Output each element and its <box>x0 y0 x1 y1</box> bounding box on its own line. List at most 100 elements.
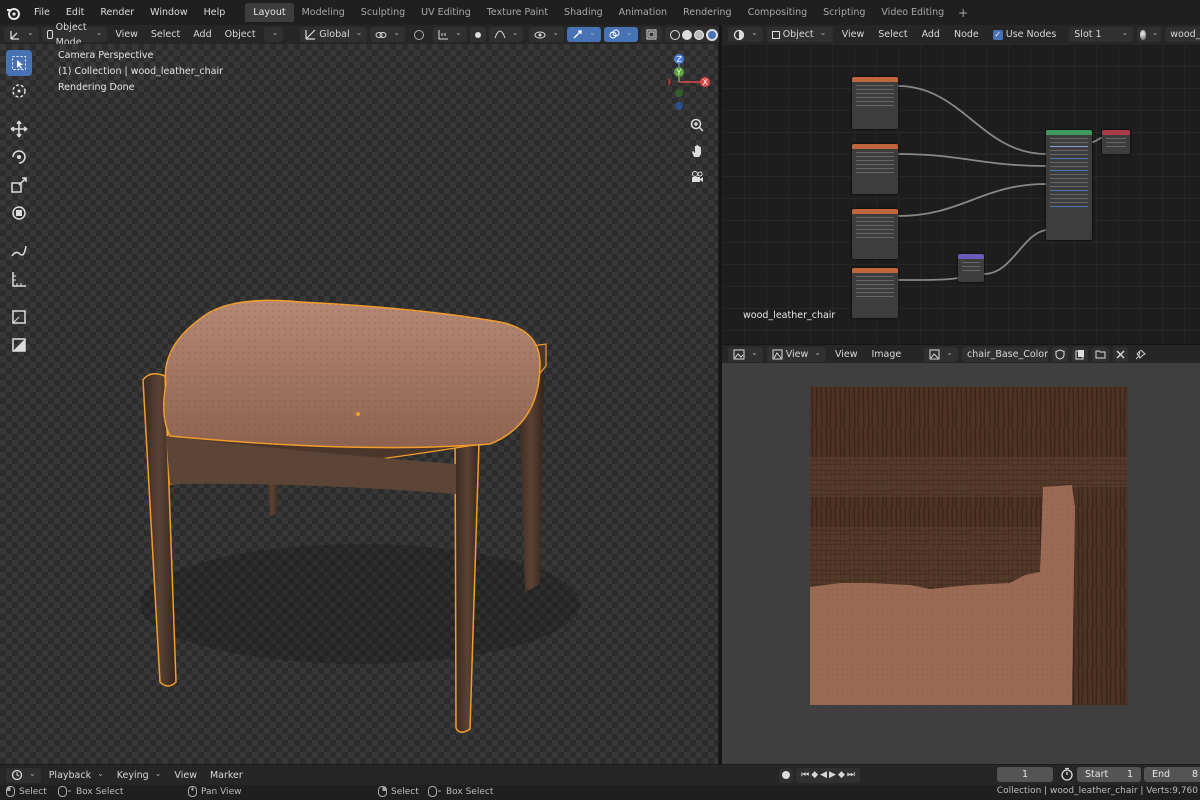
cursor-tool-icon[interactable] <box>6 78 32 104</box>
principled-bsdf-node[interactable] <box>1046 130 1092 240</box>
menu-render[interactable]: Render <box>92 0 142 25</box>
use-nodes-toggle[interactable]: ✓ Use Nodes <box>988 27 1062 42</box>
slot-dropdown[interactable]: Slot 1 <box>1069 27 1134 42</box>
play-icon[interactable]: ▶ <box>829 768 836 783</box>
current-frame-field[interactable]: 1 <box>997 767 1053 782</box>
rotate-tool-icon[interactable] <box>6 144 32 170</box>
annotate-tool-icon[interactable] <box>6 238 32 264</box>
material-browse-button[interactable] <box>1137 27 1162 42</box>
node-editor-type-button[interactable] <box>728 27 763 42</box>
play-reverse-icon[interactable]: ◀ <box>820 768 827 783</box>
camera-view-icon[interactable] <box>690 170 704 187</box>
solid-shading-icon[interactable] <box>681 29 692 40</box>
image-texture-node[interactable] <box>852 209 898 259</box>
blender-logo-icon[interactable] <box>6 6 20 20</box>
tab-uv-editing[interactable]: UV Editing <box>413 3 479 22</box>
menu-file[interactable]: File <box>26 0 58 25</box>
viewport-menu-view[interactable]: View <box>110 27 143 42</box>
navigation-gizmo[interactable]: Z Y X <box>663 52 718 112</box>
editor-type-button[interactable] <box>4 27 39 42</box>
image-texture-node[interactable] <box>852 268 898 318</box>
tab-texture-paint[interactable]: Texture Paint <box>479 3 556 22</box>
timeline-menu-keying[interactable]: Keying <box>112 768 167 783</box>
menu-help[interactable]: Help <box>196 0 234 25</box>
timeline-editor-type-button[interactable] <box>6 767 41 783</box>
fake-user-shield-icon[interactable] <box>1051 346 1068 362</box>
material-name-field[interactable]: wood_leather_ch <box>1165 27 1200 42</box>
end-frame-field[interactable]: End 8 <box>1144 767 1200 782</box>
wireframe-shading-icon[interactable] <box>669 29 680 40</box>
viewport-menu-add[interactable]: Add <box>188 27 216 42</box>
new-image-icon[interactable] <box>1071 346 1088 362</box>
image-browse-button[interactable] <box>924 346 958 362</box>
3d-viewport[interactable]: Camera Perspective (1) Collection | wood… <box>0 44 718 764</box>
use-nodes-checkbox[interactable]: ✓ <box>992 29 1003 40</box>
tab-shading[interactable]: Shading <box>556 3 611 22</box>
falloff-dropdown[interactable] <box>488 27 524 42</box>
stopwatch-icon[interactable] <box>1060 767 1074 784</box>
add-cube-tool-icon[interactable] <box>6 304 32 330</box>
jump-end-icon[interactable]: ⏭ <box>847 768 855 783</box>
object-mode-dropdown[interactable]: Object Mode <box>41 22 108 48</box>
prev-keyframe-icon[interactable]: ◆ <box>811 768 818 783</box>
viewport-menu-object[interactable]: Object <box>220 27 261 42</box>
image-editor-type-button[interactable] <box>728 346 763 362</box>
measure-tool-icon[interactable] <box>6 266 32 292</box>
open-image-folder-icon[interactable] <box>1091 346 1109 362</box>
tab-compositing[interactable]: Compositing <box>740 3 816 22</box>
xray-toggle[interactable] <box>640 27 662 42</box>
scale-tool-icon[interactable] <box>6 172 32 198</box>
tab-layout[interactable]: Layout <box>245 3 294 22</box>
unlink-image-close-icon[interactable] <box>1112 346 1128 362</box>
hand-pan-icon[interactable] <box>690 144 704 161</box>
pin-icon[interactable] <box>1132 347 1149 362</box>
proportional-edit-icon[interactable] <box>469 27 486 42</box>
visibility-dropdown[interactable] <box>529 27 565 42</box>
move-tool-icon[interactable] <box>6 116 32 142</box>
tab-animation[interactable]: Animation <box>611 3 675 22</box>
snap-toggle-icon[interactable] <box>408 27 430 42</box>
material-shading-icon[interactable] <box>693 29 704 40</box>
tab-modeling[interactable]: Modeling <box>294 3 353 22</box>
tab-video-editing[interactable]: Video Editing <box>873 3 952 22</box>
material-output-node[interactable] <box>1102 130 1130 154</box>
timeline-menu-playback[interactable]: Playback <box>44 768 109 783</box>
shader-type-dropdown[interactable]: Object <box>766 27 833 42</box>
jump-start-icon[interactable]: ⏮ <box>801 768 809 783</box>
transform-tool-icon[interactable] <box>6 200 32 226</box>
image-texture-node[interactable] <box>852 77 898 129</box>
transform-orientation-dropdown[interactable]: Global <box>300 27 368 42</box>
select-box-tool-icon[interactable] <box>6 50 32 76</box>
record-button[interactable] <box>779 767 794 783</box>
pivot-dropdown[interactable] <box>370 27 405 42</box>
next-keyframe-icon[interactable]: ◆ <box>838 768 845 783</box>
zoom-icon[interactable] <box>690 118 704 135</box>
node-menu-select[interactable]: Select <box>873 27 912 42</box>
timeline-menu-marker[interactable]: Marker <box>205 768 248 783</box>
node-menu-node[interactable]: Node <box>949 27 984 42</box>
tab-sculpting[interactable]: Sculpting <box>353 3 413 22</box>
chair-model[interactable] <box>0 44 718 764</box>
add-plane-tool-icon[interactable] <box>6 332 32 358</box>
image-menu-view[interactable]: View <box>830 347 863 362</box>
image-texture-node[interactable] <box>852 144 898 194</box>
normal-map-node[interactable] <box>958 254 984 282</box>
node-menu-view[interactable]: View <box>837 27 870 42</box>
add-workspace-button[interactable]: + <box>952 6 974 20</box>
shader-node-editor[interactable] <box>722 44 1200 344</box>
viewport-menu-select[interactable]: Select <box>146 27 185 42</box>
start-frame-field[interactable]: Start 1 <box>1077 767 1141 782</box>
snap-dropdown[interactable] <box>263 27 284 42</box>
tab-scripting[interactable]: Scripting <box>815 3 873 22</box>
overlay-toggle[interactable] <box>603 27 638 42</box>
gizmo-toggle[interactable] <box>567 27 601 42</box>
snap-target-dropdown[interactable] <box>433 27 467 42</box>
shading-modes[interactable] <box>664 27 723 42</box>
node-menu-add[interactable]: Add <box>917 27 945 42</box>
image-name-field[interactable]: chair_Base_Color.png <box>961 346 1048 362</box>
tab-rendering[interactable]: Rendering <box>675 3 740 22</box>
rendered-shading-icon[interactable] <box>705 28 718 41</box>
image-menu-image[interactable]: Image <box>867 347 907 362</box>
timeline-menu-view[interactable]: View <box>169 768 202 783</box>
view-mode-dropdown[interactable]: View <box>766 346 826 362</box>
